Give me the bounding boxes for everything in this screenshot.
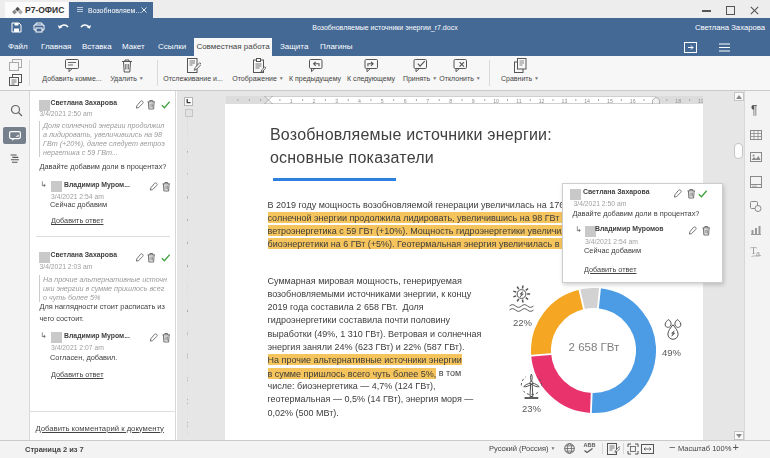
svg-text:a: a xyxy=(756,250,760,257)
svg-text:9: 9 xyxy=(472,98,475,104)
svg-text:19: 19 xyxy=(698,98,703,104)
svg-text:2: 2 xyxy=(313,98,316,104)
svg-text:10: 10 xyxy=(493,98,499,104)
svg-text:13: 13 xyxy=(562,98,568,104)
svg-text:7: 7 xyxy=(426,98,429,104)
svg-text:15: 15 xyxy=(607,98,613,104)
svg-text:16: 16 xyxy=(630,98,636,104)
svg-text:3: 3 xyxy=(335,98,338,104)
svg-text:8: 8 xyxy=(449,98,452,104)
svg-text:11: 11 xyxy=(516,98,521,104)
svg-text:6: 6 xyxy=(404,98,407,104)
svg-text:12: 12 xyxy=(539,98,545,104)
svg-text:18: 18 xyxy=(675,98,681,104)
svg-text:4: 4 xyxy=(358,98,361,104)
svg-text:5: 5 xyxy=(381,98,384,104)
svg-text:14: 14 xyxy=(584,98,590,104)
svg-text:1: 1 xyxy=(290,98,293,104)
